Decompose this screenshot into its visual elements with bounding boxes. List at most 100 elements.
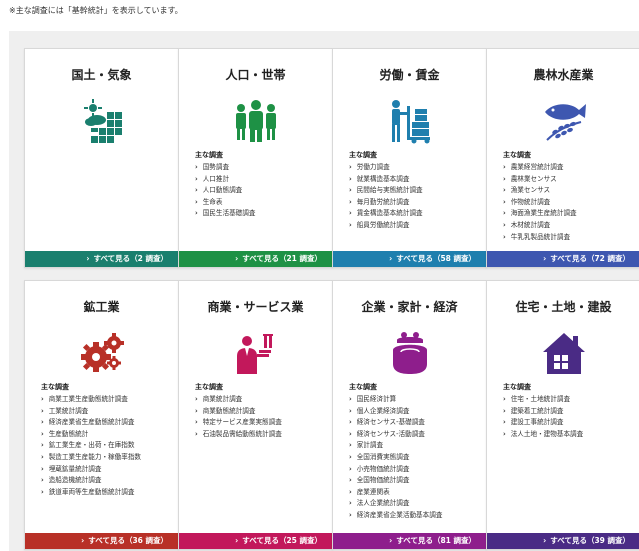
survey-link[interactable]: 人口推計 <box>195 174 255 186</box>
survey-link[interactable]: 鉄道車両等生産動態統計調査 <box>41 487 141 499</box>
survey-link[interactable]: 生産動態統計 <box>41 429 141 441</box>
agriculture-fishery-icon <box>541 98 587 144</box>
survey-link[interactable]: 国民経済計算 <box>349 394 442 406</box>
survey-link[interactable]: 法人土地・建物基本調査 <box>503 429 584 441</box>
survey-link[interactable]: 法人企業統計調査 <box>349 498 442 510</box>
category-card-population[interactable]: 人口・世帯 主な調査 国勢調査 人口推計 人口動態調査 <box>178 48 333 268</box>
land-weather-icon <box>79 98 125 144</box>
card-title: 人口・世帯 <box>225 68 286 82</box>
chevron-right-icon: › <box>86 254 90 263</box>
survey-link[interactable]: 全国物価統計調査 <box>349 475 442 487</box>
see-all-button[interactable]: › すべて見る（21 調査） <box>179 251 332 267</box>
survey-list: 労働力調査 就業構造基本調査 民間給与実態統計調査 毎月勤労統計調査 賃金構造基… <box>349 162 423 232</box>
survey-list: 国民経済計算 個人企業経済調査 経済センサス-基礎調査 経済センサス-活動調査 … <box>349 394 443 522</box>
survey-list: 農業経営統計調査 農林業センサス 漁業センサス 作物統計調査 海面漁業生産統計調… <box>503 162 577 243</box>
survey-link[interactable]: 漁業センサス <box>503 185 577 197</box>
survey-link[interactable]: 経済センサス-活動調査 <box>349 429 442 441</box>
note-text: ※主な調査には「基幹統計」を表示しています。 <box>9 6 183 15</box>
survey-link[interactable]: 海面漁業生産統計調査 <box>503 208 577 220</box>
chevron-right-icon: › <box>81 536 85 545</box>
list-heading: 主な調査 <box>195 151 223 159</box>
survey-link[interactable]: 製造工業生産能力・稼働率指数 <box>41 452 141 464</box>
survey-link[interactable]: 個人企業経済調査 <box>349 406 442 418</box>
card-title: 企業・家計・経済 <box>361 300 458 314</box>
category-card-commerce-service[interactable]: 商業・サービス業 主な調査 商業統計調査 商業動態統計調査 特定サービス産業実態… <box>178 280 333 550</box>
survey-list: 国勢調査 人口推計 人口動態調査 生命表 国民生活基礎調査 <box>195 162 256 220</box>
survey-link[interactable]: 商業動態統計調査 <box>195 406 282 418</box>
household-economy-icon <box>387 330 433 376</box>
survey-link[interactable]: 造船造機統計調査 <box>41 475 141 487</box>
see-all-button[interactable]: › すべて見る（2 調査） <box>25 251 178 267</box>
survey-link[interactable]: 労働力調査 <box>349 162 423 174</box>
see-all-button[interactable]: › すべて見る（25 調査） <box>179 533 332 549</box>
survey-link[interactable]: 埋蔵鉱量統計調査 <box>41 464 141 476</box>
survey-link[interactable]: 作物統計調査 <box>503 197 577 209</box>
chevron-right-icon: › <box>235 536 239 545</box>
population-icon <box>233 98 279 144</box>
survey-link[interactable]: 建築着工統計調査 <box>503 406 583 418</box>
survey-list: 住宅・土地統計調査 建築着工統計調査 建設工事統計調査 法人土地・建物基本調査 <box>503 394 584 441</box>
see-all-button[interactable]: › すべて見る（81 調査） <box>333 533 486 549</box>
survey-link[interactable]: 建設工事統計調査 <box>503 417 583 429</box>
survey-link[interactable]: 商業統計調査 <box>195 394 282 406</box>
list-heading: 主な調査 <box>503 383 531 391</box>
see-all-button[interactable]: › すべて見る（36 調査） <box>25 533 178 549</box>
survey-link[interactable]: 農業経営統計調査 <box>503 162 577 174</box>
survey-link[interactable]: 工業統計調査 <box>41 406 141 418</box>
survey-link[interactable]: 毎月勤労統計調査 <box>349 197 423 209</box>
survey-link[interactable]: 小売物価統計調査 <box>349 464 442 476</box>
labor-icon <box>387 98 433 144</box>
survey-link[interactable]: 国民生活基礎調査 <box>195 208 256 220</box>
survey-link[interactable]: 産業連関表 <box>349 487 442 499</box>
see-all-label: すべて見る（36 調査） <box>88 536 168 545</box>
see-all-label: すべて見る（25 調査） <box>242 536 322 545</box>
chevron-right-icon: › <box>389 536 393 545</box>
category-card-mining-industry[interactable]: 鉱工業 主な調査 › 商業工業生産動態統計調査 › 工業統計調査 › 経済産業省… <box>24 280 179 550</box>
category-card-household-economy[interactable]: 企業・家計・経済 主な調査 国民経済計算 個人企業経済調査 経済センサス-基礎調… <box>332 280 487 550</box>
survey-link[interactable]: 石油製品需給動態統計調査 <box>195 429 282 441</box>
category-card-housing-land[interactable]: 住宅・土地・建設 主な調査 住宅・土地統計調査 建築着工統計調査 建設工事統計調… <box>486 280 639 550</box>
see-all-button[interactable]: › すべて見る（58 調査） <box>333 251 486 267</box>
survey-link[interactable]: 商業工業生産動態統計調査 <box>41 394 141 406</box>
card-title: 鉱工業 <box>83 300 120 314</box>
see-all-button[interactable]: › すべて見る（72 調査） <box>487 251 639 267</box>
chevron-right-icon: › <box>543 254 547 263</box>
survey-link[interactable]: 木材統計調査 <box>503 220 577 232</box>
category-panel: 国土・気象 › すべて見る（2 調査） 人口・世帯 主な調査 › 国勢調査 › … <box>9 31 639 551</box>
chevron-right-icon: › <box>543 536 547 545</box>
survey-link[interactable]: 特定サービス産業実態調査 <box>195 417 282 429</box>
category-card-labor[interactable]: 労働・賃金 主な調査 労働力調査 就業構 <box>332 48 487 268</box>
category-card-agriculture[interactable]: 農林水産業 主な調査 農業経営統計調査 農林業センサス <box>486 48 639 268</box>
survey-link[interactable]: 経済産業省企業活動基本調査 <box>349 510 443 522</box>
survey-link[interactable]: 人口動態調査 <box>195 185 255 197</box>
survey-link[interactable]: 民間給与実態統計調査 <box>349 185 423 197</box>
survey-link[interactable]: 国勢調査 <box>195 162 255 174</box>
commerce-service-icon <box>233 330 279 376</box>
see-all-button[interactable]: › すべて見る（39 調査） <box>487 533 639 549</box>
survey-link[interactable]: 農林業センサス <box>503 174 577 186</box>
survey-link[interactable]: 賃金構造基本統計調査 <box>349 208 423 220</box>
housing-land-icon <box>541 330 587 376</box>
list-heading: 主な調査 <box>349 383 377 391</box>
survey-link[interactable]: 就業構造基本調査 <box>349 174 423 186</box>
survey-link[interactable]: 全国消費実態調査 <box>349 452 442 464</box>
survey-link[interactable]: 生命表 <box>195 197 255 209</box>
survey-link[interactable]: 牛乳乳製品統計調査 <box>503 232 577 244</box>
card-title: 国土・気象 <box>71 68 132 82</box>
list-heading: 主な調査 <box>349 151 377 159</box>
mining-industry-icon <box>79 330 125 376</box>
survey-link[interactable]: 鉱工業生産・出荷・在庫指数 <box>41 440 141 452</box>
see-all-label: すべて見る（39 調査） <box>550 536 630 545</box>
category-card-land-weather[interactable]: 国土・気象 › すべて見る（2 調査） <box>24 48 179 268</box>
card-title: 農林水産業 <box>533 68 594 82</box>
survey-link[interactable]: 住宅・土地統計調査 <box>503 394 583 406</box>
survey-link[interactable]: 経済産業省生産動態統計調査 <box>41 417 141 429</box>
survey-link[interactable]: 船員労働統計調査 <box>349 220 423 232</box>
card-title: 労働・賃金 <box>379 68 440 82</box>
see-all-label: すべて見る（72 調査） <box>550 254 630 263</box>
see-all-label: すべて見る（2 調査） <box>93 254 168 263</box>
survey-link[interactable]: 経済センサス-基礎調査 <box>349 417 442 429</box>
survey-link[interactable]: 家計調査 <box>349 440 442 452</box>
list-heading: 主な調査 <box>503 151 531 159</box>
see-all-label: すべて見る（81 調査） <box>396 536 476 545</box>
